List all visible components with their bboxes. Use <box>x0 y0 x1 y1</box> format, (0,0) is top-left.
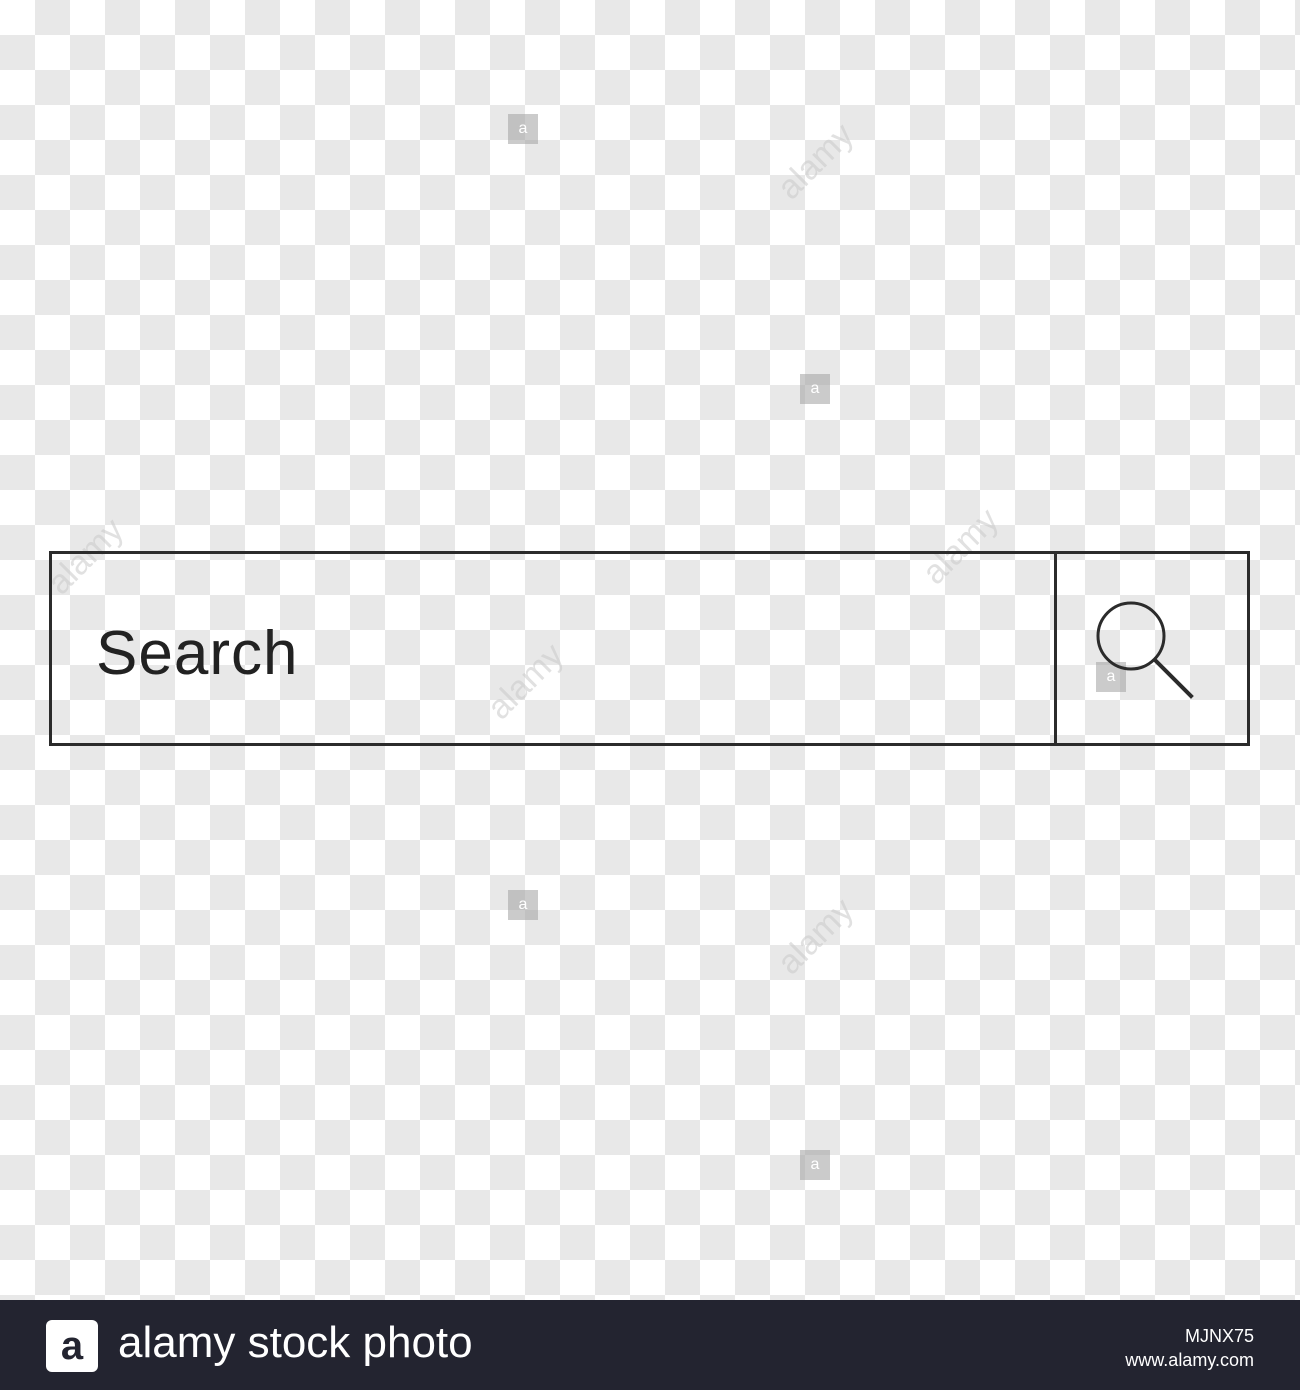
footer-title: alamy stock photo <box>118 1318 473 1367</box>
stock-footer: a alamy stock photo MJNX75 www.alamy.com <box>0 1300 1300 1390</box>
watermark-text: alamy <box>770 115 862 207</box>
watermark-text: alamy <box>770 890 862 982</box>
watermark-tile: a <box>800 374 830 404</box>
search-button[interactable] <box>1057 554 1247 743</box>
site-url: www.alamy.com <box>1125 1350 1254 1370</box>
search-placeholder: Search <box>96 619 299 688</box>
search-input[interactable]: Search <box>52 554 1057 743</box>
watermark-tile: a <box>508 114 538 144</box>
watermark-tile: a <box>800 1150 830 1180</box>
image-id: MJNX75 <box>1184 1326 1254 1346</box>
alamy-logo: a <box>46 1320 98 1372</box>
watermark-tile: a <box>508 890 538 920</box>
search-bar: Search <box>49 551 1250 746</box>
search-icon <box>1096 601 1194 699</box>
